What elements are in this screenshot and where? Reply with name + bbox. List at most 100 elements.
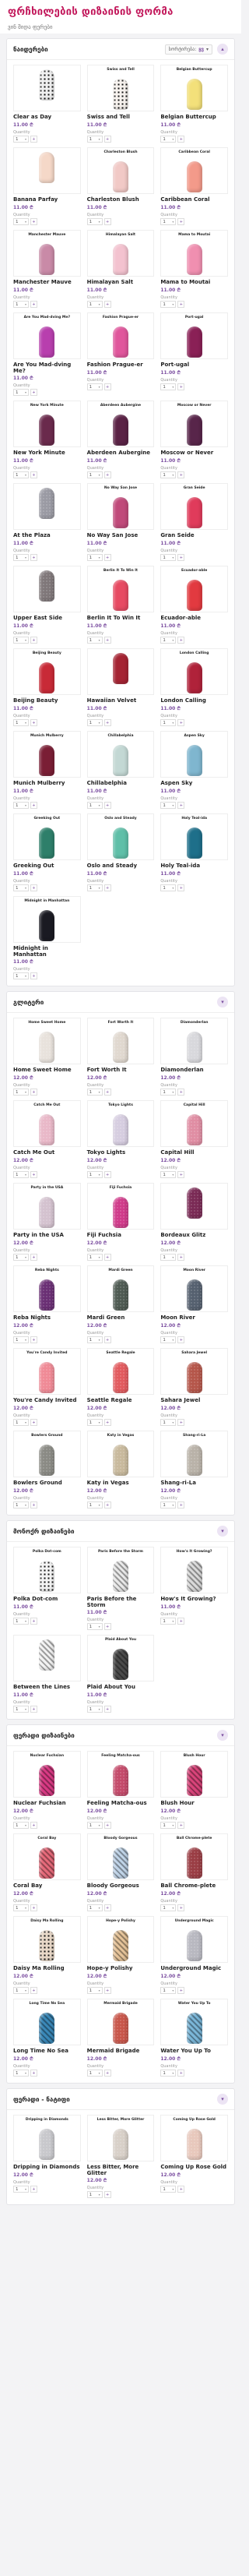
product-card[interactable]: New York Minute New York Minute 11.00 ₾ Qua… [13, 401, 81, 479]
product-name[interactable]: Nuclear Fuchsian [13, 1800, 81, 1807]
product-name[interactable]: Long Time No Sea [13, 2048, 81, 2055]
product-card[interactable]: Himalayan Salt Himalayan Salt 11.00 ₾ Quant… [86, 230, 155, 308]
product-image[interactable]: Fashion Prague-er [86, 312, 155, 359]
add-to-cart-icon[interactable]: + [30, 1336, 37, 1344]
add-to-cart-icon[interactable]: + [30, 1904, 37, 1912]
add-to-cart-icon[interactable]: + [177, 554, 185, 562]
add-to-cart-icon[interactable]: + [30, 471, 37, 479]
product-image[interactable] [13, 566, 81, 613]
product-name[interactable]: Hawaiian Velvet [87, 697, 155, 704]
product-image[interactable]: Tokyo Lights [86, 1100, 155, 1148]
quantity-select[interactable]: 1 ▾ [86, 301, 103, 308]
product-name[interactable]: Polka Dot-com [13, 1596, 81, 1603]
add-to-cart-icon[interactable]: + [30, 2070, 37, 2077]
quantity-select[interactable]: 1 ▾ [86, 383, 103, 390]
product-card[interactable]: Charleston Blush Charleston Blush 11.00 ₾ Q… [86, 147, 155, 225]
add-to-cart-icon[interactable]: + [103, 383, 111, 390]
product-image[interactable]: Ball Chrome-plete [160, 1833, 228, 1881]
product-image[interactable]: Oslo and Steady [86, 813, 155, 861]
quantity-select[interactable]: 1 ▾ [160, 802, 177, 810]
product-image[interactable]: Diamonderlan [160, 1018, 228, 1065]
quantity-select[interactable]: 1 ▾ [13, 802, 29, 810]
product-image[interactable]: Charleston Blush [86, 147, 155, 194]
product-image[interactable]: Less Bitter, More Glitter [86, 2115, 155, 2162]
product-name[interactable]: Port-ugal [160, 362, 228, 369]
add-to-cart-icon[interactable]: + [103, 2070, 111, 2077]
product-card[interactable]: Water You Up To Water You Up To 12.00 ₾ Qua… [160, 1999, 228, 2077]
product-card[interactable]: Ball Chrome-plete Ball Chrome-plete 12.00 … [160, 1833, 228, 1912]
product-image[interactable]: How's It Growing? [160, 1547, 228, 1594]
product-card[interactable]: Polka Dot-com Polka Dot-com 11.00 ₾ Quantit… [13, 1547, 81, 1630]
quantity-select[interactable]: 1 ▾ [13, 471, 29, 479]
product-name[interactable]: Holy Teal-ida [160, 863, 228, 870]
add-to-cart-icon[interactable]: + [30, 1987, 37, 1995]
product-card[interactable]: Coral Bay Coral Bay 12.00 ₾ Quantity 1 ▾ + [13, 1833, 81, 1912]
product-image[interactable]: Greeking Out [13, 813, 81, 861]
add-to-cart-icon[interactable]: + [30, 1089, 37, 1096]
product-card[interactable]: Catch Me Out Catch Me Out 12.00 ₾ Quantity 1… [13, 1100, 81, 1179]
quantity-select[interactable]: 1 ▾ [160, 884, 177, 892]
product-name[interactable]: Sahara Jewel [160, 1397, 228, 1404]
quantity-select[interactable]: 1 ▾ [86, 1501, 103, 1509]
product-name[interactable]: Are You Mad-dving Me? [13, 362, 81, 374]
add-to-cart-icon[interactable]: + [103, 1706, 111, 1713]
quantity-select[interactable]: 1 ▾ [160, 301, 177, 308]
product-name[interactable]: Moscow or Never [160, 450, 228, 457]
product-image[interactable]: London Calling [160, 648, 228, 696]
quantity-select[interactable]: 1 ▾ [86, 1419, 103, 1427]
product-card[interactable]: Mermaid Brigade Mermaid Brigade 12.00 ₾ Qua… [86, 1999, 155, 2077]
product-image[interactable]: Bloody Gorgeous [86, 1833, 155, 1881]
product-name[interactable]: At the Plaza [13, 532, 81, 539]
add-to-cart-icon[interactable]: + [30, 301, 37, 308]
product-name[interactable]: Ecuador-able [160, 615, 228, 622]
product-image[interactable]: Bowlers Ground [13, 1431, 81, 1478]
add-to-cart-icon[interactable]: + [177, 802, 185, 810]
product-card[interactable]: Long Time No Sea Long Time No Sea 12.00 ₾ Q… [13, 1999, 81, 2077]
quantity-select[interactable]: 1 ▾ [13, 2070, 29, 2077]
quantity-select[interactable]: 1 ▾ [160, 1419, 177, 1427]
product-name[interactable]: Capital Hill [160, 1149, 228, 1156]
product-image[interactable]: Are You Mad-dving Me? [13, 312, 81, 359]
add-to-cart-icon[interactable]: + [30, 1706, 37, 1713]
add-to-cart-icon[interactable]: + [30, 1501, 37, 1509]
quantity-select[interactable]: 1 ▾ [13, 218, 29, 225]
add-to-cart-icon[interactable]: + [103, 719, 111, 727]
product-image[interactable]: Fiji Fuchsia [86, 1183, 155, 1230]
product-image[interactable]: Plaid About You [86, 1635, 155, 1682]
product-name[interactable]: Daisy Ma Rolling [13, 1965, 81, 1972]
product-name[interactable]: Midnight in Manhattan [13, 945, 81, 958]
quantity-select[interactable]: 1 ▾ [86, 1089, 103, 1096]
product-card[interactable]: Beijing Beauty Beijing Beauty 11.00 ₾ Quant… [13, 648, 81, 727]
quantity-select[interactable]: 1 ▾ [160, 1336, 177, 1344]
add-to-cart-icon[interactable]: + [30, 554, 37, 562]
product-image[interactable]: Hope-y Polishy [86, 1916, 155, 1964]
product-image[interactable]: Port-ugal [160, 312, 228, 359]
product-card[interactable]: Party in the USA Party in the USA 12.00 ₾ Q… [13, 1183, 81, 1262]
add-to-cart-icon[interactable]: + [103, 2191, 111, 2199]
product-card[interactable]: Dripping in Diamonds Dripping in Diamonds… [13, 2115, 81, 2198]
add-to-cart-icon[interactable]: + [103, 1987, 111, 1995]
product-card[interactable]: Gran Seide Gran Seide 11.00 ₾ Quantity 1 ▾ + [160, 483, 228, 562]
quantity-select[interactable]: 1 ▾ [13, 1089, 29, 1096]
product-image[interactable]: Underground Magic [160, 1916, 228, 1964]
quantity-select[interactable]: 1 ▾ [13, 1904, 29, 1912]
add-to-cart-icon[interactable]: + [177, 1419, 185, 1427]
product-card[interactable]: Manchester Mauve Manchester Mauve 11.00 ₾ Q… [13, 230, 81, 308]
quantity-select[interactable]: 1 ▾ [13, 136, 29, 143]
product-image[interactable]: Swiss and Tell [86, 65, 155, 111]
add-to-cart-icon[interactable]: + [103, 218, 111, 225]
product-name[interactable]: How's It Growing? [160, 1596, 228, 1603]
product-card[interactable]: Nuclear Fuchsian Nuclear Fuchsian 12.00 ₾ Q… [13, 1751, 81, 1830]
product-image[interactable]: Aspen Sky [160, 731, 228, 778]
product-card[interactable]: Seattle Regale Seattle Regale 12.00 ₾ Quant… [86, 1348, 155, 1427]
quantity-select[interactable]: 1 ▾ [13, 972, 29, 980]
add-to-cart-icon[interactable]: + [177, 719, 185, 727]
quantity-select[interactable]: 1 ▾ [160, 471, 177, 479]
quantity-select[interactable]: 1 ▾ [160, 1089, 177, 1096]
add-to-cart-icon[interactable]: + [177, 301, 185, 308]
product-name[interactable]: Ball Chrome-plete [160, 1883, 228, 1890]
product-card[interactable]: Fashion Prague-er Fashion Prague-er 11.00 … [86, 312, 155, 396]
add-to-cart-icon[interactable]: + [30, 218, 37, 225]
add-to-cart-icon[interactable]: + [103, 136, 111, 143]
product-name[interactable]: Reba Nights [13, 1314, 81, 1322]
